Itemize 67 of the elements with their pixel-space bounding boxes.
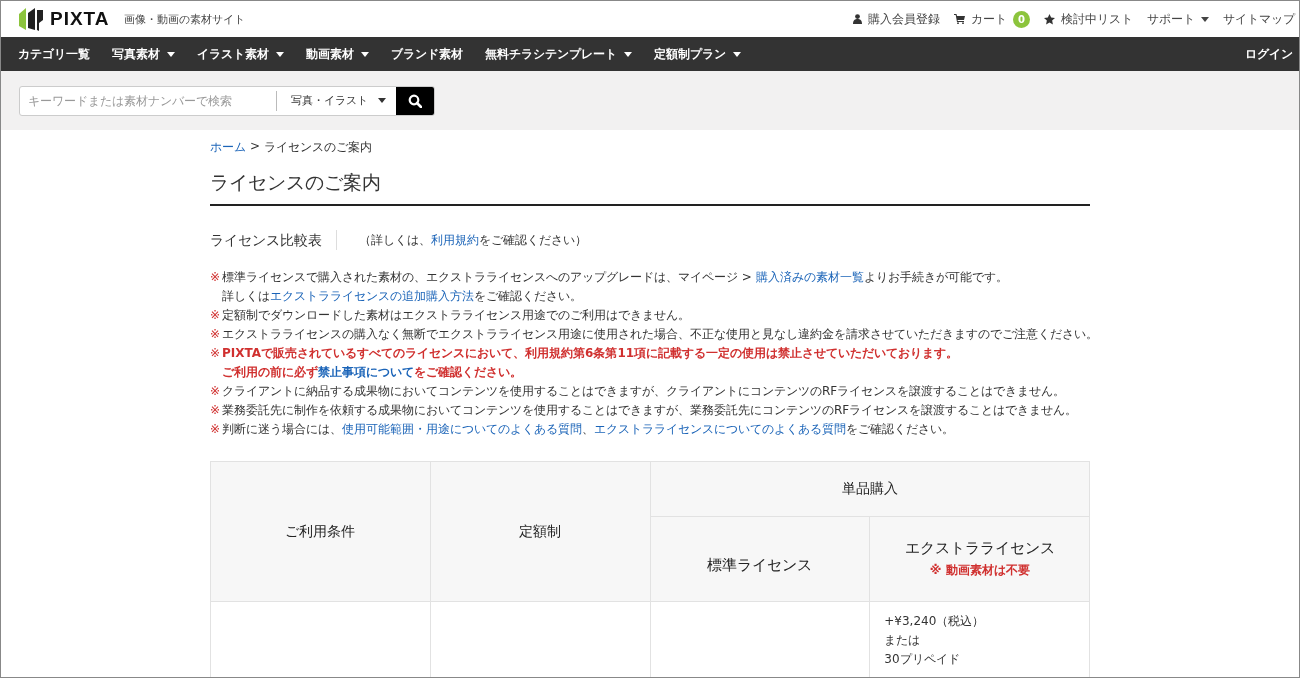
- caret-icon: [361, 51, 369, 57]
- table-header: エクストラライセンス ※ 動画素材は不要: [869, 516, 1090, 602]
- header-link[interactable]: 購入会員登録: [868, 11, 940, 27]
- login-link[interactable]: ログイン: [1245, 46, 1293, 62]
- note-text: 標準ライセンスで購入された素材の、エクストラライセンスへのアップグレードは、マイページ > 購入済みの素材一覧よりお手続きが可能です。: [222, 269, 1008, 286]
- nav-item[interactable]: 写真素材: [112, 46, 175, 62]
- caret-icon: [624, 51, 632, 57]
- table-header: 標準ライセンス: [650, 516, 870, 602]
- search-icon: [408, 93, 422, 108]
- note-text: 判断に迷う場合には、使用可能範囲・用途についてのよくある質問、エクストラライセンスについてのよくある質問をご確認ください。: [222, 421, 954, 438]
- breadcrumb-link[interactable]: ホーム: [210, 139, 246, 156]
- note-mark: ※: [210, 383, 222, 400]
- note-text: 詳しくはエクストラライセンスの追加購入方法をご確認ください。: [222, 288, 583, 305]
- caret-icon: [378, 98, 386, 103]
- link[interactable]: 利用規約: [431, 232, 479, 247]
- tagline: 画像・動画の素材サイト: [123, 11, 245, 27]
- note-text: PIXTAで販売されているすべてのライセンスにおいて、利用規約第6条第11項に記載する一定の使用は禁止させていただいております。: [222, 345, 959, 362]
- caret-icon: [1201, 16, 1209, 22]
- link[interactable]: エクストラライセンスの追加購入方法: [270, 289, 474, 303]
- link[interactable]: 禁止事項について: [318, 365, 414, 379]
- link[interactable]: エクストラライセンスについてのよくある質問: [594, 422, 846, 436]
- nav-item[interactable]: ブランド素材: [391, 46, 463, 62]
- caret-icon: [167, 51, 175, 57]
- note-mark: ※: [210, 326, 222, 343]
- table-cell-text: 30プリペイド: [884, 651, 961, 668]
- nav-item[interactable]: 定額制プラン: [654, 46, 741, 62]
- note-mark: ※: [210, 345, 222, 362]
- header-link[interactable]: サポート: [1147, 11, 1195, 27]
- caret-icon: [276, 51, 284, 57]
- table-header: 単品購入: [650, 461, 1090, 517]
- note-text: 定額制でダウンロードした素材はエクストラライセンス用途でのご利用はできません。: [222, 307, 690, 324]
- table-cell-text: +¥3,240（税込）: [884, 613, 986, 630]
- logo-text[interactable]: PIXTA: [50, 8, 110, 30]
- note-text: クライアントに納品する成果物においてコンテンツを使用することはできますが、クライアントにコンテンツのRFライセンスを譲渡することはできません。: [222, 383, 1066, 400]
- user-icon: [853, 14, 862, 24]
- section-note: （詳しくは、利用規約をご確認ください）: [359, 231, 587, 249]
- cart-icon: [954, 14, 965, 24]
- star-icon: [1044, 13, 1055, 25]
- search-button[interactable]: [396, 86, 434, 115]
- header-link[interactable]: 検討中リスト: [1061, 11, 1133, 27]
- note-text: 業務委託先に制作を依頼する成果物においてコンテンツを使用することはできますが、業務委託先にコンテンツのRFライセンスを譲渡することはできません。: [222, 402, 1078, 419]
- nav-item[interactable]: 動画素材: [306, 46, 369, 62]
- link[interactable]: 購入済みの素材一覧: [755, 270, 864, 284]
- breadcrumb-item: >: [250, 139, 261, 155]
- note-mark: ※: [210, 421, 222, 438]
- note-mark: ※: [210, 307, 222, 324]
- header-link[interactable]: サイトマップ: [1223, 11, 1295, 27]
- page-title: ライセンスのご案内: [210, 170, 1090, 206]
- breadcrumb-item: ライセンスのご案内: [264, 139, 373, 156]
- caret-icon: [733, 51, 741, 57]
- note-text: エクストラライセンスの購入なく無断でエクストラライセンス用途に使用された場合、不正な使用と見なし違約金を請求させていただきますのでご注意ください。: [222, 326, 1098, 343]
- table-header: 定額制: [430, 461, 650, 602]
- table-header: ご利用条件: [210, 461, 431, 602]
- note-mark: ※: [210, 269, 222, 286]
- table-cell-text: または: [884, 632, 922, 649]
- category-dropdown[interactable]: 写真・イラスト: [277, 93, 396, 108]
- note-text: ご利用の前に必ず禁止事項についてをご確認ください。: [222, 364, 523, 381]
- nav-item[interactable]: イラスト素材: [197, 46, 284, 62]
- link[interactable]: 使用可能範囲・用途についてのよくある質問: [342, 422, 582, 436]
- search-field[interactable]: キーワードまたは素材ナンバーで検索: [20, 93, 276, 108]
- section-title: ライセンス比較表: [210, 230, 337, 250]
- header-link[interactable]: カート: [971, 11, 1007, 27]
- logo-icon: [18, 6, 44, 32]
- nav-item[interactable]: カテゴリ一覧: [18, 46, 90, 62]
- cart-count-badge: 0: [1013, 10, 1030, 28]
- note-mark: ※: [210, 402, 222, 419]
- nav-item[interactable]: 無料チラシテンプレート: [485, 46, 632, 62]
